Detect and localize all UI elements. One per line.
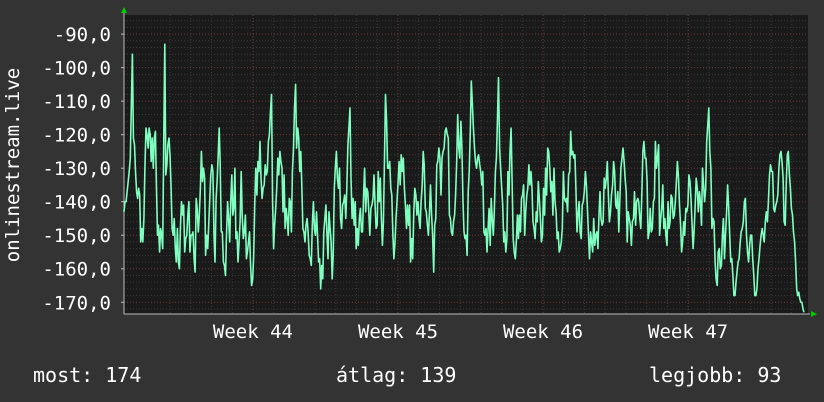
chart-stage: -90,0 -100,0 -110,0 -120,0 -130,0 -140,0 -150,… [0,0,824,402]
y-tick-label: -170,0 [42,292,111,314]
stat-best-value: 93 [757,363,782,387]
y-axis-arrow-icon [121,7,127,13]
y-tick-label: -140,0 [42,192,111,214]
y-tick-label: -100,0 [42,58,111,80]
x-tick-label: Week 46 [503,321,583,343]
stat-best: legjobb: 93 [649,363,781,387]
x-tick-label: Week 47 [648,321,728,343]
x-axis-ticks: Week 44 Week 45 Week 46 Week 47 [213,321,728,343]
y-tick-label: -90,0 [54,24,111,46]
stat-current-value: 174 [105,363,142,387]
stat-average: átlag: 139 [336,363,456,387]
x-tick-label: Week 45 [358,321,438,343]
y-axis-label: onlinestream.live [2,68,24,262]
x-axis-arrow-icon [811,311,817,317]
stat-best-label: legjobb: [649,363,746,387]
y-tick-label: -150,0 [42,225,111,247]
stat-current-label: most: [33,363,94,387]
y-axis-ticks: -90,0 -100,0 -110,0 -120,0 -130,0 -140,0 -150,… [42,24,124,314]
stat-current: most: 174 [33,363,141,387]
y-tick-label: -130,0 [42,158,111,180]
stat-average-value: 139 [420,363,457,387]
stat-average-label: átlag: [336,363,409,387]
y-tick-label: -160,0 [42,259,111,281]
x-tick-label: Week 44 [213,321,293,343]
y-tick-label: -110,0 [42,91,111,113]
y-tick-label: -120,0 [42,125,111,147]
signal-chart: -90,0 -100,0 -110,0 -120,0 -130,0 -140,0 -150,… [2,7,817,343]
